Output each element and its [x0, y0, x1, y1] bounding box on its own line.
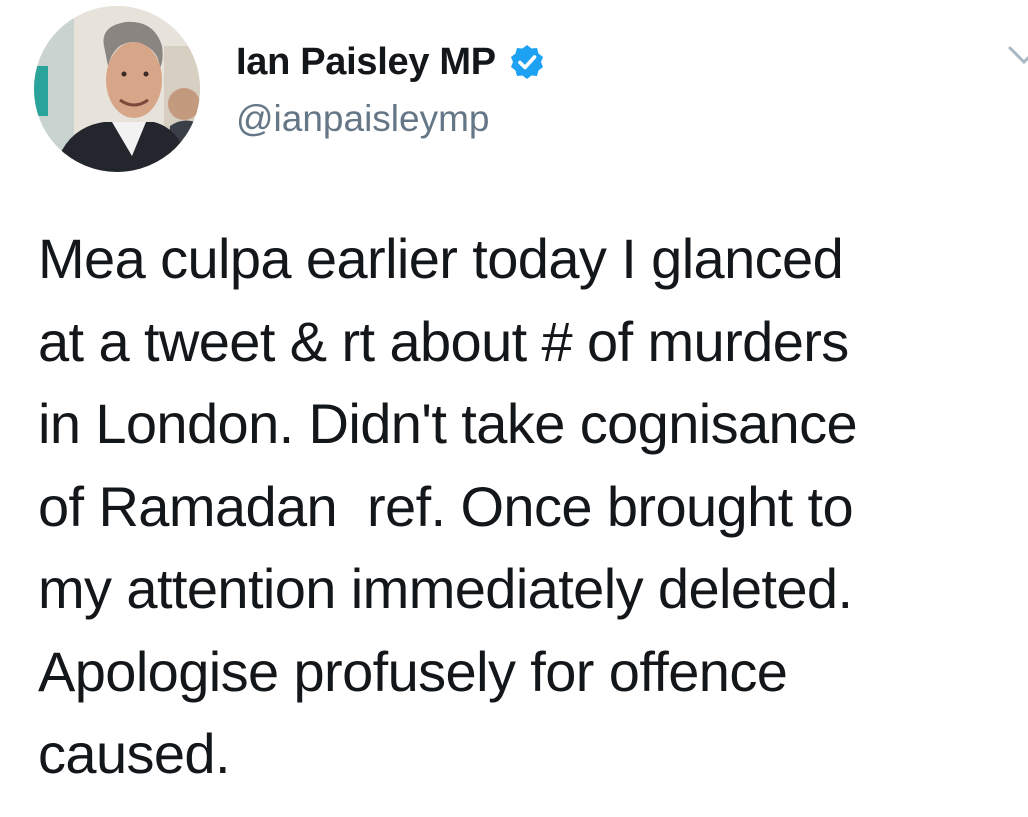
- verified-badge-icon: [508, 43, 546, 81]
- tweet-text-line: of Ramadan ref. Once brought to: [38, 474, 854, 538]
- tweet-text-line: in London. Didn't take cognisance: [38, 392, 858, 455]
- author-name-row[interactable]: Ian Paisley MP: [236, 38, 546, 86]
- tweet-text-line: caused.: [38, 722, 231, 785]
- tweet-text-line: my attention immediately deleted.: [38, 557, 853, 620]
- avatar[interactable]: [34, 6, 200, 172]
- chevron-down-icon[interactable]: [1008, 42, 1028, 72]
- tweet-card: Ian Paisley MP @ianpaisleymp Mea culpa e…: [0, 0, 1028, 817]
- tweet-text-line: at a tweet & rt about # of murders: [38, 309, 849, 373]
- tweet-text-line: Apologise profusely for offence: [38, 639, 788, 703]
- tweet-text-line: Mea culpa earlier today I glanced: [38, 227, 844, 290]
- tweet-text: Mea culpa earlier today I glanced at a t…: [38, 218, 1026, 796]
- profile-photo-icon: [34, 6, 200, 172]
- author-handle[interactable]: @ianpaisleymp: [236, 98, 490, 140]
- display-name[interactable]: Ian Paisley MP: [236, 41, 496, 84]
